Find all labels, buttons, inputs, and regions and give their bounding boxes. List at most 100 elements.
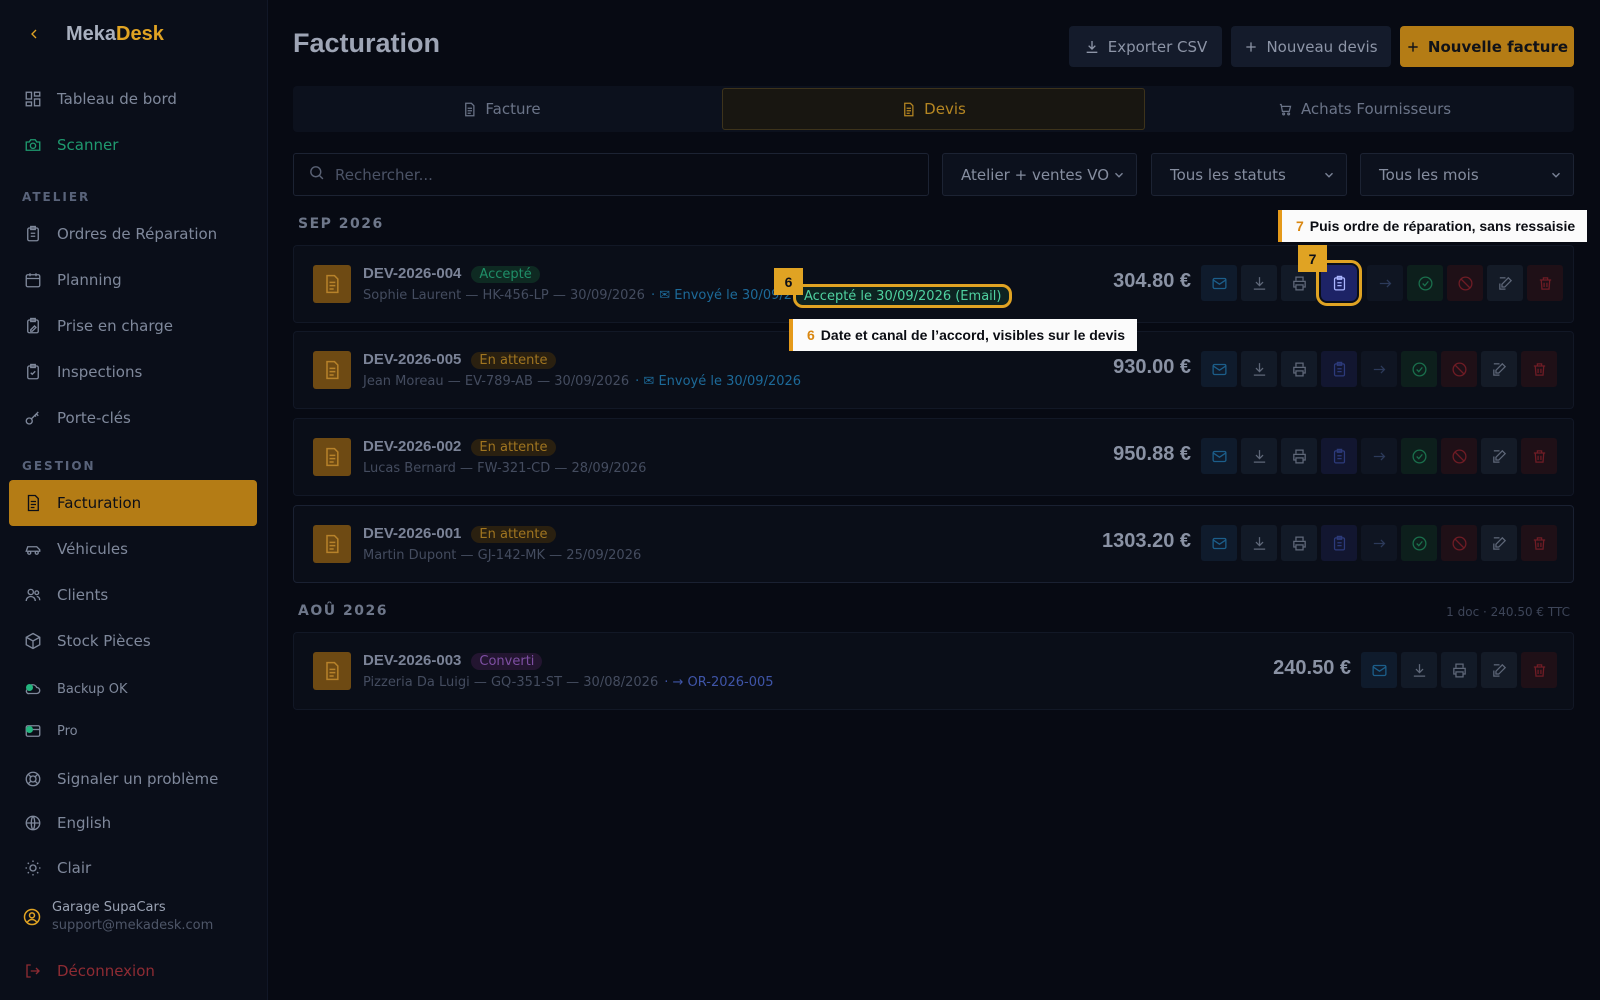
- accept-button[interactable]: [1401, 351, 1437, 387]
- download-button[interactable]: [1241, 438, 1277, 474]
- sidebar-item-label: Stock Pièces: [57, 632, 151, 650]
- sidebar-item-billing[interactable]: Facturation: [9, 480, 257, 526]
- create-repair-order-button[interactable]: [1321, 351, 1357, 387]
- tab-quotes[interactable]: Devis: [722, 88, 1145, 130]
- email-button[interactable]: [1361, 652, 1397, 688]
- sidebar-item-scanner[interactable]: Scanner: [9, 122, 257, 168]
- sidebar-item-repair-orders[interactable]: Ordres de Réparation: [9, 211, 257, 257]
- group-summary: 1 doc · 240.50 € TTC: [1446, 605, 1570, 619]
- edit-button[interactable]: [1481, 525, 1517, 561]
- brand-logo: MekaDesk: [66, 23, 164, 46]
- create-repair-order-button[interactable]: [1321, 438, 1357, 474]
- quote-meta: Sophie Laurent — HK-456-LP — 30/09/2026: [363, 288, 645, 303]
- chevron-left-icon[interactable]: [24, 24, 44, 44]
- email-button[interactable]: [1201, 438, 1237, 474]
- email-button[interactable]: [1201, 525, 1237, 561]
- quote-number: DEV-2026-003: [363, 652, 462, 669]
- sidebar-item-clients[interactable]: Clients: [9, 572, 257, 618]
- search-input[interactable]: [335, 165, 895, 184]
- quote-row[interactable]: DEV-2026-001 En attente Martin Dupont — G…: [293, 505, 1574, 583]
- refuse-button[interactable]: [1441, 351, 1477, 387]
- sidebar-item-keys[interactable]: Porte-clés: [9, 395, 257, 441]
- sidebar-item-language[interactable]: English: [9, 800, 257, 846]
- quote-number: DEV-2026-002: [363, 438, 462, 455]
- mail-icon: [1371, 664, 1387, 676]
- converted-link[interactable]: → OR-2026-005: [672, 675, 773, 690]
- download-icon: [1413, 663, 1425, 677]
- print-button[interactable]: [1281, 351, 1317, 387]
- sidebar-item-dashboard[interactable]: Tableau de bord: [9, 76, 257, 122]
- quote-row[interactable]: DEV-2026-002 En attente Lucas Bernard — F…: [293, 418, 1574, 496]
- document-icon: [313, 438, 351, 476]
- group-header-aug: AOÛ 2026: [298, 603, 388, 619]
- sidebar-item-backup[interactable]: Backup OK: [9, 666, 257, 712]
- quote-number: DEV-2026-001: [363, 525, 462, 542]
- sidebar-item-label: Porte-clés: [57, 409, 131, 427]
- download-button[interactable]: [1241, 351, 1277, 387]
- email-button[interactable]: [1201, 265, 1237, 301]
- app: MekaDesk Tableau de bord Scanner ATELIER…: [0, 0, 1600, 1000]
- logout-button[interactable]: Déconnexion: [9, 948, 257, 994]
- delete-button[interactable]: [1521, 652, 1557, 688]
- delete-button[interactable]: [1521, 438, 1557, 474]
- quote-meta: Martin Dupont — GJ-142-MK — 25/09/2026: [363, 548, 642, 563]
- sidebar-item-report[interactable]: Signaler un problème: [9, 756, 257, 802]
- sidebar-item-vehicles[interactable]: Véhicules: [9, 526, 257, 572]
- edit-button[interactable]: [1481, 351, 1517, 387]
- status-select[interactable]: Tous les statuts: [1151, 153, 1347, 196]
- sidebar-item-planning[interactable]: Planning: [9, 257, 257, 303]
- sidebar-item-pro[interactable]: Pro: [9, 708, 257, 754]
- month-select-value: Tous les mois: [1379, 165, 1479, 184]
- convert-button[interactable]: [1367, 265, 1403, 301]
- accept-button[interactable]: [1401, 438, 1437, 474]
- sidebar-item-inspections[interactable]: Inspections: [9, 349, 257, 395]
- brand-part1: Meka: [66, 22, 117, 45]
- refuse-button[interactable]: [1441, 438, 1477, 474]
- status-dot: [26, 726, 33, 733]
- month-select[interactable]: Tous les mois: [1360, 153, 1574, 196]
- status-dot: [26, 684, 33, 691]
- chevron-down-icon: [1322, 168, 1336, 186]
- print-button[interactable]: [1441, 652, 1477, 688]
- user-name: Garage SupaCars: [52, 900, 166, 915]
- export-csv-button[interactable]: Exporter CSV: [1069, 26, 1222, 67]
- sidebar-item-label: Véhicules: [57, 540, 128, 558]
- convert-button[interactable]: [1361, 438, 1397, 474]
- new-quote-button[interactable]: Nouveau devis: [1231, 26, 1391, 67]
- new-invoice-button[interactable]: Nouvelle facture: [1400, 26, 1574, 67]
- refuse-button[interactable]: [1441, 525, 1477, 561]
- delete-button[interactable]: [1527, 265, 1563, 301]
- sidebar-item-label: Clients: [57, 586, 109, 604]
- mail-icon: [1211, 450, 1227, 462]
- refuse-button[interactable]: [1447, 265, 1483, 301]
- quote-row[interactable]: DEV-2026-003 Converti Pizzeria Da Luigi —…: [293, 632, 1574, 710]
- tab-supplier-purchases[interactable]: Achats Fournisseurs: [1163, 88, 1566, 130]
- accept-button[interactable]: [1401, 525, 1437, 561]
- edit-button[interactable]: [1481, 652, 1517, 688]
- sidebar-item-label: Clair: [57, 859, 92, 877]
- edit-button[interactable]: [1487, 265, 1523, 301]
- sidebar-item-theme[interactable]: Clair: [9, 845, 257, 891]
- email-button[interactable]: [1201, 351, 1237, 387]
- create-repair-order-button[interactable]: [1321, 525, 1357, 561]
- sidebar-item-label: Signaler un problème: [57, 770, 219, 788]
- scope-select[interactable]: Atelier + ventes VO: [942, 153, 1137, 196]
- tab-invoice[interactable]: Facture: [301, 88, 702, 130]
- convert-button[interactable]: [1361, 351, 1397, 387]
- print-button[interactable]: [1281, 438, 1317, 474]
- download-button[interactable]: [1241, 525, 1277, 561]
- user-profile[interactable]: Garage SupaCars support@mekadesk.com: [22, 900, 213, 933]
- download-button[interactable]: [1241, 265, 1277, 301]
- delete-button[interactable]: [1521, 525, 1557, 561]
- accept-button[interactable]: [1407, 265, 1443, 301]
- edit-button[interactable]: [1481, 438, 1517, 474]
- printer-icon: [1292, 275, 1306, 291]
- convert-button[interactable]: [1361, 525, 1397, 561]
- delete-button[interactable]: [1521, 351, 1557, 387]
- quote-meta: Pizzeria Da Luigi — GQ-351-ST — 30/08/20…: [363, 675, 659, 690]
- sidebar-item-label: Pro: [57, 723, 78, 739]
- download-button[interactable]: [1401, 652, 1437, 688]
- sidebar-item-stock[interactable]: Stock Pièces: [9, 618, 257, 664]
- print-button[interactable]: [1281, 525, 1317, 561]
- sidebar-item-intake[interactable]: Prise en charge: [9, 303, 257, 349]
